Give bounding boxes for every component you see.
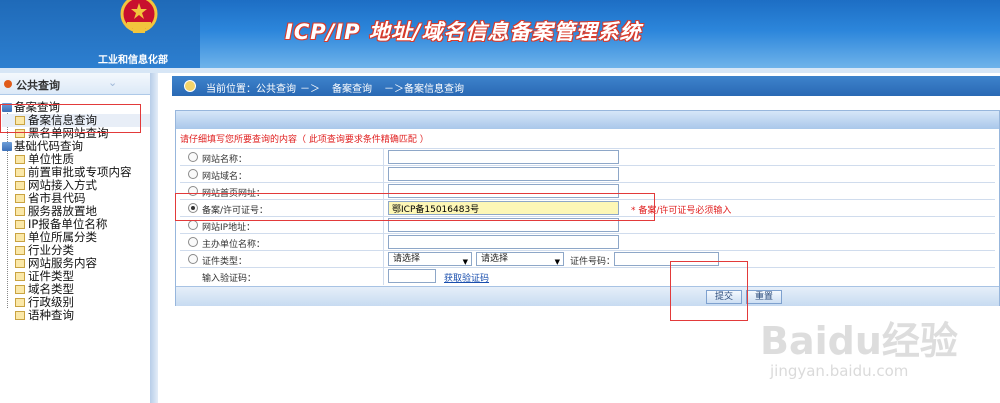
bullet-icon [4,80,12,88]
home-icon [184,80,196,92]
sidebar-item-label: 服务器放置地 [28,204,97,218]
folder-icon [2,142,12,151]
sidebar-item-language[interactable]: 语种查询 [2,309,150,322]
select-value: 请选择 [481,254,509,264]
site-name-input[interactable] [388,150,619,164]
highlight-box-sidebar [0,104,141,133]
column-separator [383,251,384,268]
sidebar-item-unit-category[interactable]: 单位所属分类 [2,231,150,244]
field-label: 网站域名： [202,172,248,182]
sidebar-title: 公共查询 [16,79,60,92]
sponsor-name-input[interactable] [388,235,619,249]
page-icon [15,168,25,177]
ministry-name: 工业和信息化部 [98,55,168,66]
sidebar-item-label: 网站服务内容 [28,256,97,270]
button-bar: 提交 重置 [176,286,999,306]
tree-group-base-codes[interactable]: 基础代码查询 [2,140,150,153]
sidebar-item-label: 域名类型 [28,282,74,296]
highlight-box-submit [670,261,748,321]
page-icon [15,155,25,164]
breadcrumb: 当前位置：公共查询 －＞ 备案查询 －＞备案信息查询 [172,76,1000,96]
system-title: ICP/IP 地址/域名信息备案管理系统 [285,20,642,44]
column-separator [383,234,384,251]
panel-titlebar [176,111,999,129]
field-label: 证件类型： [202,257,248,267]
sidebar-item-label: 单位性质 [28,152,74,166]
row-site-name: 网站名称： [180,148,995,166]
page-icon [15,233,25,242]
cert-number-label: 证件号码： [570,257,616,267]
reset-button[interactable]: 重置 [746,290,782,304]
radio-site-name[interactable] [188,152,198,162]
page-icon [15,220,25,229]
sidebar-splitter[interactable] [150,73,158,403]
page-icon [15,298,25,307]
row-cert-type: 证件类型： 请选择 ▼ 请选择 ▼ 证件号码： [180,250,995,268]
sidebar-item-admin-level[interactable]: 行政级别 [2,296,150,309]
sidebar-item-label: 语种查询 [28,308,74,322]
page-icon [15,181,25,190]
sidebar-item-label: IP报备单位名称 [28,217,108,231]
tree-group-label: 基础代码查询 [14,139,83,153]
sidebar-item-label: 前置审批或专项内容 [28,165,132,179]
column-separator [383,166,384,183]
page-icon [15,272,25,281]
page-icon [15,194,25,203]
sidebar-header[interactable]: 公共查询 ⌄ [0,73,150,95]
sidebar-item-label: 行业分类 [28,243,74,257]
form-notice: 请仔细填写您所要查询的内容（ 此项查询要求条件精确匹配 ） [180,135,429,145]
radio-cert-type[interactable] [188,254,198,264]
breadcrumb-level2[interactable]: 备案查询 [332,80,372,95]
sidebar-tree: 备案查询 备案信息查询 黑名单网站查询 基础代码查询 单位性质 前置审批或专项内… [2,101,150,322]
page-icon [15,285,25,294]
sidebar-item-cert-type[interactable]: 证件类型 [2,270,150,283]
sidebar-item-label: 证件类型 [28,269,74,283]
breadcrumb-level3: －＞备案信息查询 [384,84,464,95]
row-sponsor-name: 主办单位名称： [180,233,995,251]
page-icon [15,259,25,268]
sidebar-item-label: 省市县代码 [28,191,86,205]
page-icon [15,246,25,255]
page-icon [15,311,25,320]
breadcrumb-separator: －＞ [300,84,320,95]
sidebar-item-site-service[interactable]: 网站服务内容 [2,257,150,270]
radio-site-ip[interactable] [188,220,198,230]
radio-site-domain[interactable] [188,169,198,179]
breadcrumb-prefix: 当前位置：公共查询 [206,84,296,95]
column-separator [383,268,384,285]
watermark-logo: Baidu经验 [760,319,958,363]
cert-type-select-1[interactable]: 请选择 ▼ [388,252,472,266]
column-separator [383,149,384,166]
watermark-url: jingyan.baidu.com [770,362,909,380]
field-label: 输入验证码： [202,274,257,284]
field-label: 网站IP地址： [202,223,256,233]
radio-sponsor-name[interactable] [188,237,198,247]
cert-type-select-2[interactable]: 请选择 ▼ [476,252,564,266]
site-domain-input[interactable] [388,167,619,181]
get-captcha-link[interactable]: 获取验证码 [444,271,489,284]
sidebar-item-label: 网站接入方式 [28,178,97,192]
page-root: 工业和信息化部 ICP/IP 地址/域名信息备案管理系统 公共查询 ⌄ 备案查询… [0,0,1000,403]
field-label: 主办单位名称： [202,240,266,250]
header-banner: 工业和信息化部 ICP/IP 地址/域名信息备案管理系统 [0,0,1000,68]
row-site-domain: 网站域名： [180,165,995,183]
row-captcha: 输入验证码： 获取验证码 [180,267,995,285]
national-emblem-icon [120,0,158,33]
collapse-chevron-icon[interactable]: ⌄ [108,76,117,89]
select-value: 请选择 [393,254,421,264]
sidebar-item-label: 单位所属分类 [28,230,97,244]
sidebar-item-domain-type[interactable]: 域名类型 [2,283,150,296]
field-label: 网站名称： [202,155,248,165]
sidebar-item-label: 行政级别 [28,295,74,309]
page-icon [15,207,25,216]
captcha-input[interactable] [388,269,436,283]
highlight-box-license [175,193,655,221]
